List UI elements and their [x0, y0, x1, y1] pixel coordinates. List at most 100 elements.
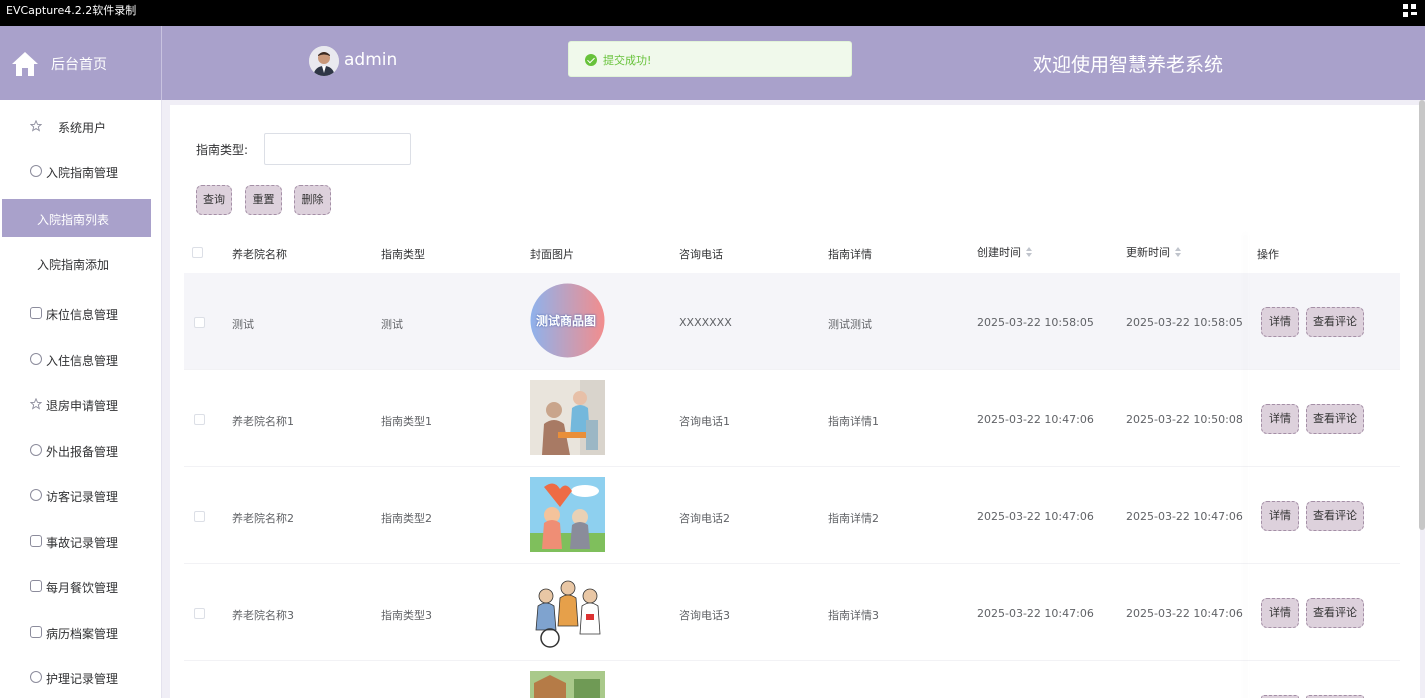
- welcome-title: 欢迎使用智慧养老系统: [1033, 54, 1224, 76]
- recorder-title-bar: EVCapture4.2.2软件录制: [0, 0, 1425, 26]
- detail-button[interactable]: 详情: [1261, 404, 1299, 434]
- sidebar: 系统用户 入院指南管理 入院指南列表 入院指南添加 床位信息管理 入住信息管理 …: [0, 100, 162, 698]
- sidebar-item-label: 床位信息管理: [46, 308, 119, 322]
- username: admin: [344, 50, 398, 70]
- top-header: 后台首页 admin 提交成功! 欢迎使用智慧养老系统: [0, 26, 1425, 100]
- sidebar-item-label: 退房申请管理: [46, 399, 119, 413]
- guide-type-label: 指南类型:: [196, 143, 249, 157]
- sidebar-item-label: 护理记录管理: [46, 672, 119, 686]
- sidebar-item-guide-add[interactable]: 入院指南添加: [0, 244, 162, 282]
- star-icon: [29, 119, 43, 132]
- clock-icon: [30, 671, 42, 683]
- col-updated-label: 更新时间: [1126, 246, 1170, 259]
- sidebar-item-label: 病历档案管理: [46, 627, 119, 641]
- cell-phone: 咨询电话3: [679, 609, 730, 622]
- cell-type: 测试: [381, 318, 403, 331]
- sidebar-item-label: 入院指南添加: [37, 258, 110, 272]
- view-comments-button[interactable]: 查看评论: [1306, 501, 1364, 531]
- sidebar-item-label: 系统用户: [58, 121, 107, 135]
- table-row: [184, 661, 1400, 698]
- calendar-check-icon: [30, 626, 42, 638]
- home-link[interactable]: 后台首页: [0, 26, 162, 100]
- row-checkbox[interactable]: [194, 608, 205, 619]
- col-updated[interactable]: 更新时间: [1126, 244, 1181, 260]
- cell-type: 指南类型1: [381, 415, 432, 428]
- main-content: 指南类型: 查询 重置 删除 养老院名称 指南类型 封面图片 咨询电话 指南详情…: [170, 105, 1420, 698]
- cell-created: 2025-03-22 10:47:06: [977, 607, 1094, 620]
- sidebar-item-label: 入院指南列表: [37, 213, 110, 227]
- cell-created: 2025-03-22 10:58:05: [977, 316, 1094, 329]
- detail-button[interactable]: 详情: [1261, 307, 1299, 337]
- view-comments-button[interactable]: 查看评论: [1306, 307, 1364, 337]
- table-header: 养老院名称 指南类型 封面图片 咨询电话 指南详情 创建时间 更新时间 操作: [184, 233, 1400, 273]
- detail-button[interactable]: 详情: [1261, 598, 1299, 628]
- cell-updated: 2025-03-22 10:50:08: [1126, 413, 1243, 426]
- cell-name: 养老院名称1: [232, 415, 294, 428]
- col-created[interactable]: 创建时间: [977, 244, 1032, 260]
- sidebar-item-medical-records[interactable]: 病历档案管理: [0, 613, 162, 651]
- sidebar-item-accident-records[interactable]: 事故记录管理: [0, 522, 162, 560]
- row-checkbox[interactable]: [194, 511, 205, 522]
- cell-created: 2025-03-22 10:47:06: [977, 413, 1094, 426]
- delete-button[interactable]: 删除: [294, 185, 331, 215]
- guide-type-input[interactable]: [264, 133, 411, 165]
- cell-name: 测试: [232, 318, 254, 331]
- sort-icon[interactable]: [1175, 247, 1181, 257]
- col-created-label: 创建时间: [977, 246, 1021, 259]
- col-type: 指南类型: [381, 248, 425, 261]
- sidebar-item-admission-guide[interactable]: 入院指南管理: [0, 152, 162, 190]
- sidebar-item-checkin-info[interactable]: 入住信息管理: [0, 340, 162, 378]
- cell-phone: 咨询电话1: [679, 415, 730, 428]
- detail-button[interactable]: 详情: [1261, 501, 1299, 531]
- col-cover: 封面图片: [530, 248, 574, 261]
- sidebar-item-outing-report[interactable]: 外出报备管理: [0, 431, 162, 469]
- success-toast: 提交成功!: [568, 41, 852, 77]
- cell-name: 养老院名称2: [232, 512, 294, 525]
- query-button[interactable]: 查询: [196, 185, 232, 215]
- fullscreen-exit-icon[interactable]: [1403, 4, 1417, 18]
- view-comments-button[interactable]: 查看评论: [1306, 404, 1364, 434]
- cover-image: [530, 477, 605, 552]
- sidebar-item-nursing-records[interactable]: 护理记录管理: [0, 658, 162, 696]
- col-detail: 指南详情: [828, 248, 872, 261]
- avatar: [309, 46, 339, 76]
- calendar-icon: [30, 307, 42, 319]
- table-row: 养老院名称3 指南类型3 咨询电话3 指南详情3 2025-03-22 10:4…: [184, 564, 1400, 661]
- clock-icon: [30, 489, 42, 501]
- check-circle-icon: [585, 54, 597, 66]
- sort-icon[interactable]: [1026, 247, 1032, 257]
- sidebar-item-checkout-request[interactable]: 退房申请管理: [0, 385, 162, 423]
- row-checkbox[interactable]: [194, 317, 205, 328]
- sidebar-item-system-users[interactable]: 系统用户: [0, 107, 162, 145]
- vertical-scrollbar[interactable]: [1419, 100, 1425, 530]
- cell-detail: 指南详情1: [828, 415, 879, 428]
- sidebar-item-monthly-meals[interactable]: 每月餐饮管理: [0, 567, 162, 605]
- sidebar-item-bed-info[interactable]: 床位信息管理: [0, 294, 162, 332]
- sidebar-item-guide-list[interactable]: 入院指南列表: [2, 199, 151, 237]
- cell-detail: 测试测试: [828, 318, 872, 331]
- select-all-checkbox[interactable]: [192, 247, 203, 258]
- cover-image: [530, 380, 605, 455]
- sidebar-item-label: 每月餐饮管理: [46, 581, 119, 595]
- sidebar-item-label: 外出报备管理: [46, 445, 119, 459]
- cell-type: 指南类型3: [381, 609, 432, 622]
- sidebar-item-label: 入住信息管理: [46, 354, 119, 368]
- cell-updated: 2025-03-22 10:47:06: [1126, 607, 1243, 620]
- row-checkbox[interactable]: [194, 414, 205, 425]
- cell-created: 2025-03-22 10:47:06: [977, 510, 1094, 523]
- table-row: 测试 测试 测试商品图 XXXXXXX 测试测试 2025-03-22 10:5…: [184, 273, 1400, 370]
- home-icon: [12, 52, 38, 76]
- view-comments-button[interactable]: 查看评论: [1306, 598, 1364, 628]
- reset-button[interactable]: 重置: [245, 185, 282, 215]
- cell-updated: 2025-03-22 10:47:06: [1126, 510, 1243, 523]
- sidebar-item-label: 事故记录管理: [46, 536, 119, 550]
- recorder-title: EVCapture4.2.2软件录制: [6, 4, 137, 17]
- cover-image-text: 测试商品图: [536, 314, 597, 328]
- calendar-icon: [30, 580, 42, 592]
- table-row: 养老院名称2 指南类型2 咨询电话2 指南详情2 2025-03-22 10:4…: [184, 467, 1400, 564]
- toast-message: 提交成功!: [603, 54, 652, 67]
- sidebar-item-visitor-records[interactable]: 访客记录管理: [0, 476, 162, 514]
- clock-icon: [30, 165, 42, 177]
- sidebar-item-label: 访客记录管理: [46, 490, 119, 504]
- cover-image: 测试商品图: [530, 283, 605, 358]
